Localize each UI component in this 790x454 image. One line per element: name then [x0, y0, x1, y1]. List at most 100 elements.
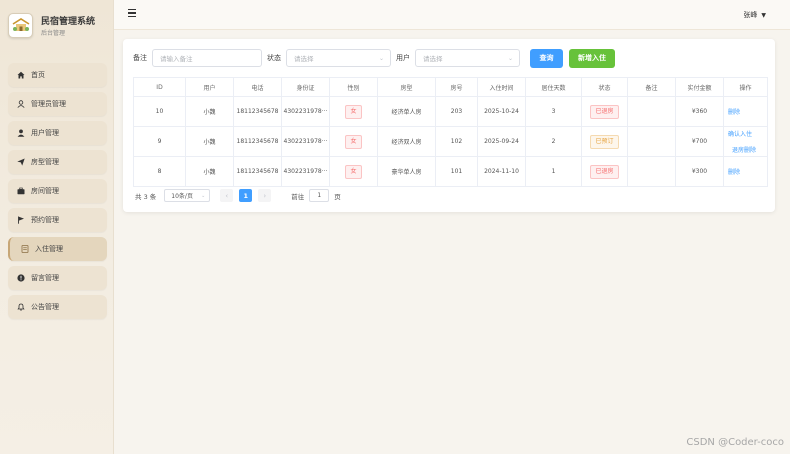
home-icon	[16, 71, 25, 80]
checkout-delete-link[interactable]: 退房删除	[728, 145, 767, 154]
sidebar-item-checkins[interactable]: 入住管理	[8, 237, 107, 261]
user-icon	[16, 129, 25, 138]
remark-input[interactable]: 请输入备注	[152, 49, 262, 67]
sidebar-item-label: 公告管理	[31, 303, 59, 311]
cell-user: 小魏	[185, 156, 234, 187]
status-label: 状态	[267, 54, 281, 62]
confirm-checkin-link[interactable]: 确认入住	[728, 129, 767, 138]
prev-page-button[interactable]: ‹	[220, 189, 234, 202]
cell-days: 3	[525, 96, 582, 127]
col-ops: 操作	[723, 77, 768, 97]
sidebar-item-reservations[interactable]: 预约管理	[8, 208, 107, 232]
col-days: 居住天数	[525, 77, 582, 97]
sidebar-item-label: 预约管理	[31, 216, 59, 224]
chevron-down-icon: ⌄	[201, 193, 206, 199]
menu-toggle-icon[interactable]	[128, 9, 136, 17]
cell-room-no: 203	[435, 96, 478, 127]
status-badge: 已退房	[590, 164, 619, 179]
cell-idcard: 4302231978···	[281, 156, 330, 187]
cell-amount: ¥700	[675, 126, 724, 157]
status-badge: 已退房	[590, 104, 619, 119]
sidebar-item-notices[interactable]: 公告管理	[8, 295, 107, 319]
status-badge: 已预订	[590, 134, 619, 149]
cell-remark	[627, 156, 676, 187]
col-phone: 电话	[233, 77, 282, 97]
cell-id: 10	[133, 96, 186, 127]
delete-link[interactable]: 删除	[728, 107, 767, 116]
col-checkin-time: 入住时间	[477, 77, 526, 97]
cell-room-no: 102	[435, 126, 478, 157]
gender-tag: 女	[345, 164, 362, 179]
remark-label: 备注	[133, 54, 147, 62]
cell-remark	[627, 126, 676, 157]
cell-phone: 18112345678	[233, 156, 282, 187]
col-idcard: 身份证	[281, 77, 330, 97]
chevron-down-icon: ⌄	[507, 55, 513, 62]
user-name: 张峰	[743, 11, 758, 19]
col-room-type: 房型	[377, 77, 436, 97]
page-number-1[interactable]: 1	[239, 189, 253, 202]
col-status: 状态	[581, 77, 628, 97]
col-room-no: 房号	[435, 77, 478, 97]
app-title: 民宿管理系统	[41, 16, 96, 27]
col-gender: 性别	[329, 77, 378, 97]
top-header: 张峰 ▼	[114, 0, 790, 30]
col-user: 用户	[185, 77, 234, 97]
user-select[interactable]: 请选择 ⌄	[415, 49, 520, 67]
table-row: 8 小魏 18112345678 4302231978··· 女 豪华单人房 1…	[133, 156, 768, 187]
caret-down-icon: ▼	[761, 11, 766, 19]
gender-tag: 女	[345, 134, 362, 149]
status-select[interactable]: 请选择 ⌄	[286, 49, 391, 67]
sidebar: 民宿管理系统 后台管理 首页 管理员管理 用户管理 房型管理 房间管理 预约管理	[0, 0, 114, 454]
cell-checkin: 2025-10-24	[477, 96, 526, 127]
table-row: 10 小魏 18112345678 4302231978··· 女 经济单人房 …	[133, 96, 768, 127]
user-menu[interactable]: 张峰 ▼	[743, 10, 766, 20]
cell-room-type: 豪华单人房	[377, 156, 436, 187]
cell-remark	[627, 96, 676, 127]
total-count: 共 3 条	[135, 192, 157, 201]
goto-label: 前往	[291, 192, 305, 201]
sidebar-item-messages[interactable]: 留言管理	[8, 266, 107, 290]
app-logo[interactable]: 民宿管理系统 后台管理	[8, 8, 108, 42]
gender-tag: 女	[345, 104, 362, 119]
sidebar-item-label: 管理员管理	[31, 100, 66, 108]
page-size-select[interactable]: 10条/页 ⌄	[164, 189, 211, 202]
chevron-down-icon: ⌄	[378, 55, 384, 62]
bell-icon	[16, 303, 25, 312]
warning-icon	[16, 274, 25, 283]
user-label: 用户	[396, 54, 410, 62]
cell-user: 小魏	[185, 126, 234, 157]
sidebar-item-label: 入住管理	[35, 245, 63, 253]
sidebar-item-admins[interactable]: 管理员管理	[8, 92, 107, 116]
send-icon	[16, 158, 25, 167]
sidebar-item-label: 房间管理	[31, 187, 59, 195]
cell-phone: 18112345678	[233, 126, 282, 157]
page-suffix: 页	[334, 192, 341, 201]
next-page-button[interactable]: ›	[258, 189, 272, 202]
cell-phone: 18112345678	[233, 96, 282, 127]
flag-icon	[16, 216, 25, 225]
table-row: 9 小魏 18112345678 4302231978··· 女 经济双人房 1…	[133, 126, 768, 157]
goto-page-input[interactable]: 1	[309, 189, 330, 202]
document-icon	[20, 245, 29, 254]
checkin-table: ID 用户 电话 身份证 性别 房型 房号 入住时间 居住天数 状态 备注 实付…	[133, 77, 768, 187]
sidebar-item-label: 用户管理	[31, 129, 59, 137]
add-checkin-button[interactable]: 新增入住	[569, 48, 615, 68]
checkin-panel: 备注 请输入备注 状态 请选择 ⌄ 用户 请选择 ⌄ 查询 新增入住 ID 用户 电…	[123, 39, 775, 212]
sidebar-item-room-types[interactable]: 房型管理	[8, 150, 107, 174]
delete-link[interactable]: 删除	[728, 167, 767, 176]
col-amount: 实付金额	[675, 77, 724, 97]
sidebar-item-label: 留言管理	[31, 274, 59, 282]
filter-bar: 备注 请输入备注 状态 请选择 ⌄ 用户 请选择 ⌄ 查询 新增入住	[133, 48, 621, 68]
sidebar-item-rooms[interactable]: 房间管理	[8, 179, 107, 203]
logo-icon	[8, 12, 33, 38]
cell-room-type: 经济双人房	[377, 126, 436, 157]
cell-idcard: 4302231978···	[281, 96, 330, 127]
sidebar-item-home[interactable]: 首页	[8, 63, 107, 87]
query-button[interactable]: 查询	[530, 48, 563, 68]
goto-page: 前往 1 页	[291, 189, 341, 202]
sidebar-item-label: 房型管理	[31, 158, 59, 166]
sidebar-item-users[interactable]: 用户管理	[8, 121, 107, 145]
col-id: ID	[133, 77, 186, 97]
cell-checkin: 2025-09-24	[477, 126, 526, 157]
